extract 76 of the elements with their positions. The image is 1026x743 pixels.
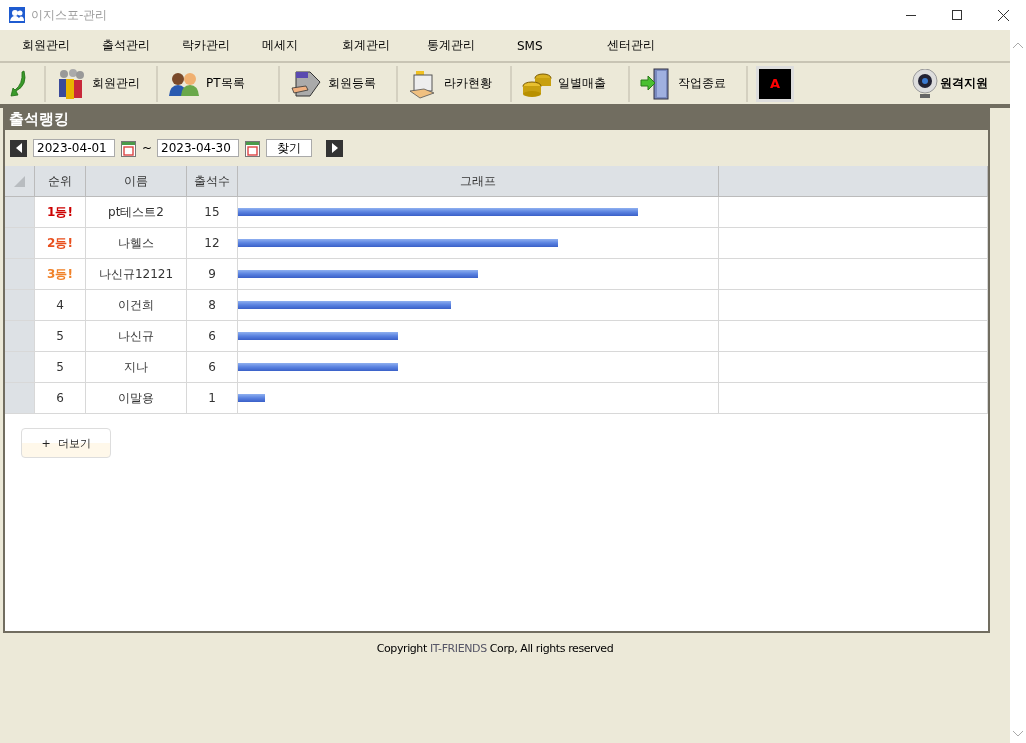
left-triangle-icon <box>15 143 22 153</box>
rank-cell: 5 <box>35 321 86 352</box>
rank-cell: 3등! <box>35 259 86 290</box>
column-header[interactable]: 그래프 <box>238 166 719 197</box>
previous-button[interactable] <box>10 139 27 157</box>
count-cell: 8 <box>187 290 238 321</box>
calendar-icon[interactable] <box>245 139 261 157</box>
minimize-icon <box>906 14 916 16</box>
menu-item[interactable]: 회원관리 <box>8 37 88 54</box>
door-arrow-icon <box>640 66 672 101</box>
rank-cell: 1등! <box>35 197 86 228</box>
column-header[interactable]: 순위 <box>35 166 86 197</box>
corner-triangle-icon <box>14 175 25 187</box>
name-cell: 나신규12121 <box>86 259 187 290</box>
rank-cell: 4 <box>35 290 86 321</box>
start-date-field[interactable]: 2023-04-01 <box>33 139 115 157</box>
menu-item[interactable]: 센터관리 <box>593 37 673 54</box>
more-button[interactable]: + 더보기 <box>21 428 111 458</box>
rank-cell: 6 <box>35 383 86 414</box>
row-header[interactable] <box>5 352 35 383</box>
toolbar-button[interactable]: 일별매출 <box>512 65 630 102</box>
toolbar-button[interactable]: 회원관리 <box>46 65 158 102</box>
menu-item[interactable]: 회계관리 <box>328 37 413 54</box>
menu-item[interactable]: 락카관리 <box>168 37 248 54</box>
count-cell: 9 <box>187 259 238 290</box>
down-chevron-icon[interactable] <box>1013 731 1023 737</box>
toolbar-button[interactable]: A <box>756 65 794 102</box>
search-button[interactable]: 찾기 <box>266 139 313 157</box>
two-people-icon <box>168 70 200 97</box>
right-triangle-icon <box>331 143 338 153</box>
toolbar-button[interactable]: 라카현황 <box>398 65 512 102</box>
pen-folder-icon <box>290 69 322 98</box>
row-header[interactable] <box>5 321 35 352</box>
webcam-icon <box>912 68 938 99</box>
menu-item[interactable]: 메세지 <box>248 37 328 54</box>
toolbar-button[interactable]: 회원등록 <box>280 65 398 102</box>
maximize-icon <box>952 10 962 20</box>
next-button[interactable] <box>326 139 344 157</box>
count-cell: 6 <box>187 321 238 352</box>
range-separator: ~ <box>142 141 153 155</box>
row-header[interactable] <box>5 383 35 414</box>
count-cell: 1 <box>187 383 238 414</box>
end-date-field[interactable]: 2023-04-30 <box>157 139 240 157</box>
rank-cell: 5 <box>35 352 86 383</box>
row-header[interactable] <box>5 290 35 321</box>
menu-item[interactable]: SMS <box>503 38 593 53</box>
copyright-text: Copyright IT-FRIENDS Corp, All rights reserved <box>376 642 614 655</box>
scrollbar[interactable] <box>1010 30 1026 743</box>
count-cell: 15 <box>187 197 238 228</box>
column-header[interactable] <box>719 166 988 197</box>
menu-item[interactable]: 통계관리 <box>413 37 503 54</box>
up-chevron-icon[interactable] <box>1013 42 1023 48</box>
close-icon <box>997 9 1009 21</box>
row-header[interactable] <box>5 228 35 259</box>
name-cell: 지나 <box>86 352 187 383</box>
menu-item[interactable]: 출석관리 <box>88 37 168 54</box>
name-cell: 나신규 <box>86 321 187 352</box>
name-cell: pt테스트2 <box>86 197 187 228</box>
count-cell: 6 <box>187 352 238 383</box>
name-cell: 나헬스 <box>86 228 187 259</box>
people-icon <box>56 67 86 100</box>
toolbar-button[interactable]: PT목록 <box>158 65 280 102</box>
panel-title: 출석랭킹 <box>5 108 988 130</box>
count-cell: 12 <box>187 228 238 259</box>
toolbar-button[interactable]: 작업종료 <box>630 65 748 102</box>
rank-cell: 2등! <box>35 228 86 259</box>
calendar-icon[interactable] <box>121 139 136 157</box>
name-cell: 이말용 <box>86 383 187 414</box>
remote-support-button[interactable]: 원격지원 <box>912 68 988 99</box>
row-header[interactable] <box>5 259 35 290</box>
column-header[interactable]: 출석수 <box>187 166 238 197</box>
name-cell: 이건희 <box>86 290 187 321</box>
column-header[interactable]: 이름 <box>86 166 187 197</box>
window-title: 이지스포-관리 <box>31 6 108 24</box>
row-header[interactable] <box>5 197 35 228</box>
app-icon <box>9 7 25 23</box>
